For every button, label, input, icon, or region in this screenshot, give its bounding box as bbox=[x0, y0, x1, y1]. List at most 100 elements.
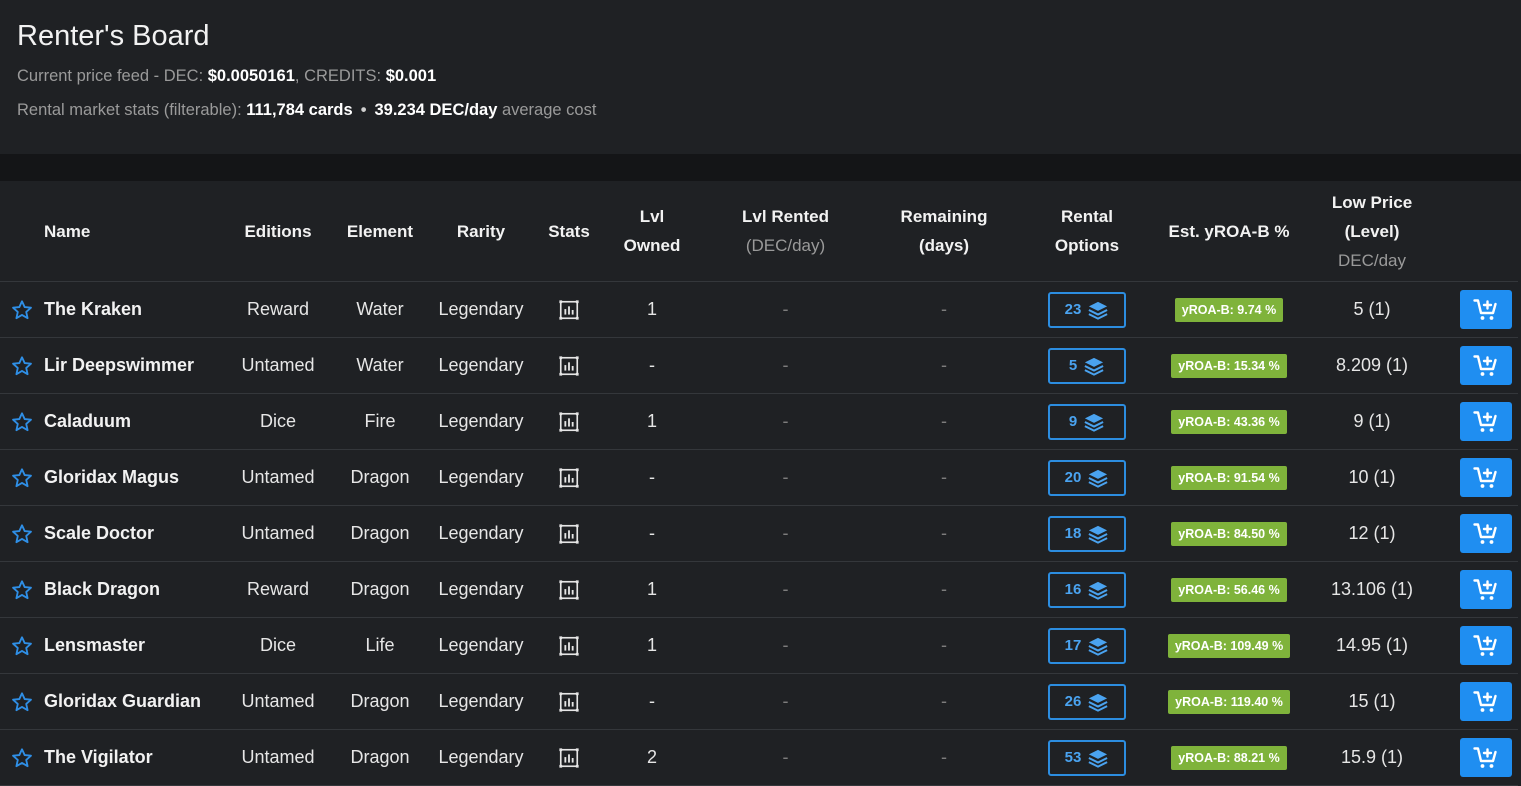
add-to-cart-button[interactable] bbox=[1459, 290, 1512, 329]
low-price: 14.95 (1) bbox=[1291, 617, 1453, 674]
rental-options-button[interactable]: 5 bbox=[1048, 347, 1126, 384]
rental-options-button[interactable]: 53 bbox=[1048, 739, 1126, 776]
col-rarity-header[interactable]: Rarity bbox=[438, 181, 524, 282]
low-price: 8.209 (1) bbox=[1291, 337, 1453, 394]
remaining-days: - bbox=[881, 505, 1007, 562]
add-to-cart-button[interactable] bbox=[1459, 458, 1512, 497]
favorite-cell bbox=[0, 449, 44, 506]
card-rarity: Legendary bbox=[438, 729, 524, 786]
table-row[interactable]: Scale Doctor Untamed Dragon Legendary - … bbox=[0, 505, 1518, 562]
lvl-owned: - bbox=[614, 449, 690, 506]
col-remaining-header[interactable]: Remaining (days) bbox=[881, 181, 1007, 282]
card-edition: Dice bbox=[234, 393, 322, 450]
card-name[interactable]: Caladuum bbox=[44, 393, 234, 450]
table-row[interactable]: Lir Deepswimmer Untamed Water Legendary … bbox=[0, 337, 1518, 394]
card-element: Life bbox=[322, 617, 438, 674]
card-name[interactable]: Gloridax Guardian bbox=[44, 673, 234, 730]
table-body: The Kraken Reward Water Legendary 1 - - … bbox=[0, 281, 1518, 786]
yroa-badge: yROA-B: 88.21 % bbox=[1171, 745, 1287, 770]
add-to-cart-button[interactable] bbox=[1459, 682, 1512, 721]
star-outline-icon[interactable] bbox=[11, 411, 33, 433]
add-to-cart-button[interactable] bbox=[1459, 570, 1512, 609]
favorite-cell bbox=[0, 505, 44, 562]
table-row[interactable]: Black Dragon Reward Dragon Legendary 1 -… bbox=[0, 561, 1518, 618]
card-name[interactable]: The Kraken bbox=[44, 281, 234, 338]
table-row[interactable]: The Kraken Reward Water Legendary 1 - - … bbox=[0, 281, 1518, 338]
lvl-rented-line1: Lvl Rented bbox=[742, 207, 829, 226]
col-lvl-rented-header[interactable]: Lvl Rented (DEC/day) bbox=[690, 181, 881, 282]
layers-icon bbox=[1088, 301, 1108, 320]
chart-icon[interactable] bbox=[558, 523, 580, 545]
col-low-price-header[interactable]: Low Price (Level) DEC/day bbox=[1291, 181, 1453, 282]
chart-icon[interactable] bbox=[558, 635, 580, 657]
star-outline-icon[interactable] bbox=[11, 747, 33, 769]
rental-options-button[interactable]: 16 bbox=[1048, 571, 1126, 608]
star-outline-icon[interactable] bbox=[11, 467, 33, 489]
stats-cell bbox=[524, 673, 614, 730]
star-outline-icon[interactable] bbox=[11, 691, 33, 713]
card-name[interactable]: Black Dragon bbox=[44, 561, 234, 618]
card-element: Dragon bbox=[322, 673, 438, 730]
chart-icon[interactable] bbox=[558, 691, 580, 713]
rental-options-count: 16 bbox=[1064, 581, 1082, 598]
rental-options-line1: Rental bbox=[1061, 207, 1113, 226]
rental-table: Name Editions Element Rarity Stats Lvl Ow… bbox=[0, 181, 1518, 786]
add-to-cart-button[interactable] bbox=[1459, 626, 1512, 665]
col-yroa-header[interactable]: Est. yROA-B % bbox=[1167, 181, 1291, 282]
chart-icon[interactable] bbox=[558, 467, 580, 489]
chart-icon[interactable] bbox=[558, 411, 580, 433]
card-name[interactable]: Lensmaster bbox=[44, 617, 234, 674]
add-to-cart-button[interactable] bbox=[1459, 514, 1512, 553]
col-favorite-header bbox=[0, 181, 44, 282]
card-rarity: Legendary bbox=[438, 337, 524, 394]
col-name-header[interactable]: Name bbox=[44, 181, 234, 282]
rental-options-button[interactable]: 18 bbox=[1048, 515, 1126, 552]
rental-table-container: Name Editions Element Rarity Stats Lvl Ow… bbox=[0, 181, 1518, 786]
star-outline-icon[interactable] bbox=[11, 635, 33, 657]
star-outline-icon[interactable] bbox=[11, 579, 33, 601]
col-rental-options-header[interactable]: Rental Options bbox=[1007, 181, 1167, 282]
card-name[interactable]: Scale Doctor bbox=[44, 505, 234, 562]
cart-plus-icon bbox=[1472, 746, 1497, 768]
card-name[interactable]: The Vigilator bbox=[44, 729, 234, 786]
rental-options-button[interactable]: 9 bbox=[1048, 403, 1126, 440]
remaining-days: - bbox=[881, 617, 1007, 674]
add-to-cart-button[interactable] bbox=[1459, 738, 1512, 777]
layers-icon bbox=[1084, 357, 1104, 376]
yroa-cell: yROA-B: 84.50 % bbox=[1167, 505, 1291, 562]
col-element-header[interactable]: Element bbox=[322, 181, 438, 282]
chart-icon[interactable] bbox=[558, 299, 580, 321]
chart-icon[interactable] bbox=[558, 579, 580, 601]
lvl-rented: - bbox=[690, 561, 881, 618]
add-to-cart-button[interactable] bbox=[1459, 346, 1512, 385]
col-editions-header[interactable]: Editions bbox=[234, 181, 322, 282]
star-outline-icon[interactable] bbox=[11, 523, 33, 545]
rental-options-button[interactable]: 17 bbox=[1048, 627, 1126, 664]
table-row[interactable]: Gloridax Magus Untamed Dragon Legendary … bbox=[0, 449, 1518, 506]
yroa-cell: yROA-B: 9.74 % bbox=[1167, 281, 1291, 338]
table-row[interactable]: Gloridax Guardian Untamed Dragon Legenda… bbox=[0, 673, 1518, 730]
col-action-header bbox=[1453, 181, 1518, 282]
col-lvl-owned-header[interactable]: Lvl Owned bbox=[614, 181, 690, 282]
table-row[interactable]: Caladuum Dice Fire Legendary 1 - - 9 yRO… bbox=[0, 393, 1518, 450]
table-row[interactable]: Lensmaster Dice Life Legendary 1 - - 17 … bbox=[0, 617, 1518, 674]
table-row[interactable]: The Vigilator Untamed Dragon Legendary 2… bbox=[0, 729, 1518, 786]
add-to-cart-button[interactable] bbox=[1459, 402, 1512, 441]
chart-icon[interactable] bbox=[558, 355, 580, 377]
low-price: 9 (1) bbox=[1291, 393, 1453, 450]
card-name[interactable]: Lir Deepswimmer bbox=[44, 337, 234, 394]
chart-icon[interactable] bbox=[558, 747, 580, 769]
rental-options-button[interactable]: 23 bbox=[1048, 291, 1126, 328]
rental-options-button[interactable]: 20 bbox=[1048, 459, 1126, 496]
divider-band bbox=[0, 154, 1521, 181]
star-outline-icon[interactable] bbox=[11, 299, 33, 321]
star-outline-icon[interactable] bbox=[11, 355, 33, 377]
low-price: 13.106 (1) bbox=[1291, 561, 1453, 618]
rental-options-cell: 53 bbox=[1007, 729, 1167, 786]
dec-price: $0.0050161 bbox=[207, 67, 295, 85]
yroa-badge: yROA-B: 84.50 % bbox=[1171, 521, 1287, 546]
card-rarity: Legendary bbox=[438, 505, 524, 562]
card-element: Dragon bbox=[322, 505, 438, 562]
card-name[interactable]: Gloridax Magus bbox=[44, 449, 234, 506]
rental-options-button[interactable]: 26 bbox=[1048, 683, 1126, 720]
